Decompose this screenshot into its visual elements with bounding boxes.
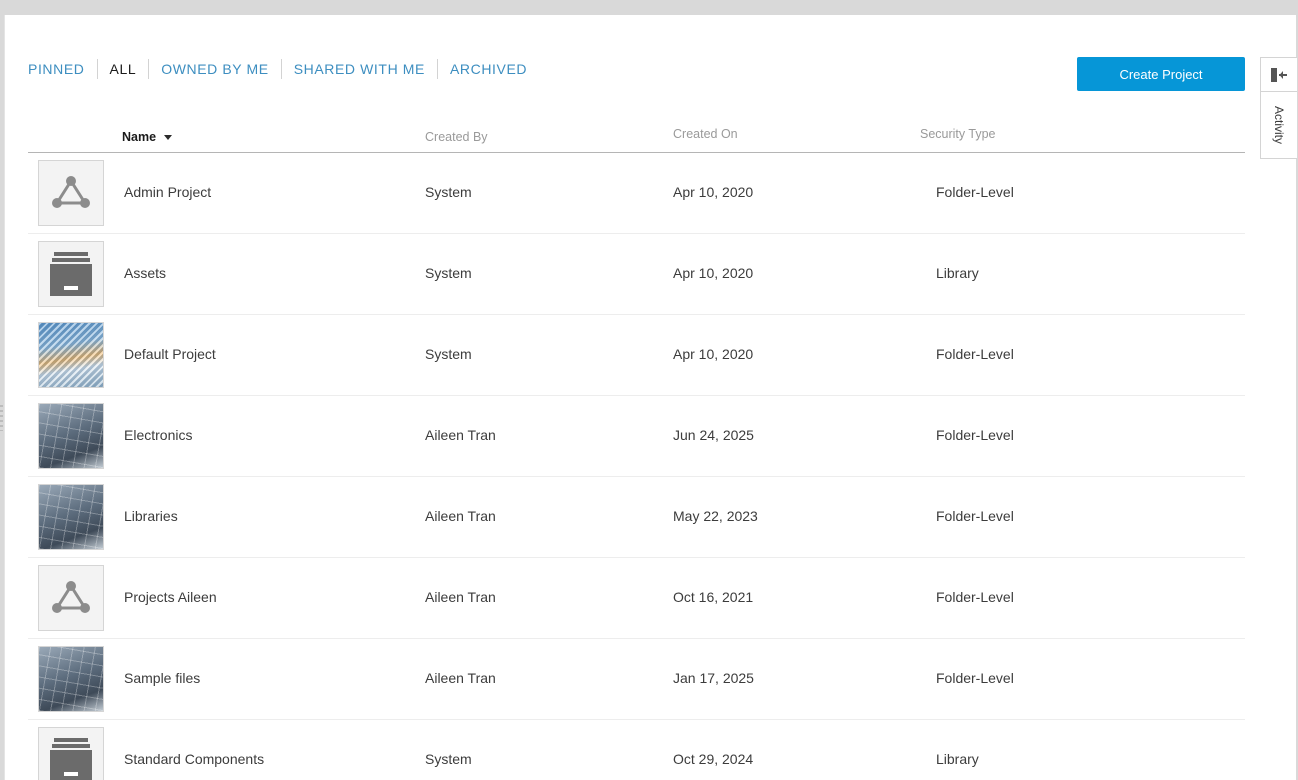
security-type: Folder-Level xyxy=(936,670,1014,686)
project-thumbnail xyxy=(38,646,104,712)
activity-side-panel: Activity xyxy=(1260,57,1297,159)
activity-tab[interactable]: Activity xyxy=(1261,92,1297,158)
collapse-panel-button[interactable] xyxy=(1261,58,1297,92)
security-type: Library xyxy=(936,265,979,281)
created-by: System xyxy=(425,184,472,200)
created-by: Aileen Tran xyxy=(425,427,496,443)
project-thumbnail xyxy=(38,727,104,780)
security-type: Library xyxy=(936,751,979,767)
created-on: Jan 17, 2025 xyxy=(673,670,754,686)
projects-window: PINNED ALL OWNED BY ME SHARED WITH ME AR… xyxy=(4,15,1297,780)
project-thumbnail xyxy=(38,160,104,226)
created-on: May 22, 2023 xyxy=(673,508,758,524)
project-name: Admin Project xyxy=(124,184,212,200)
tab-archived[interactable]: ARCHIVED xyxy=(438,60,539,78)
project-network-icon xyxy=(52,176,90,208)
column-header-created-by[interactable]: Created By xyxy=(425,130,488,144)
created-on: Oct 16, 2021 xyxy=(673,589,754,605)
table-row[interactable]: Projects Aileen Aileen Tran Oct 16, 2021… xyxy=(28,558,1245,639)
security-type: Folder-Level xyxy=(936,184,1014,200)
column-header-name-label: Name xyxy=(122,130,157,144)
project-filter-tabs: PINNED ALL OWNED BY ME SHARED WITH ME AR… xyxy=(28,59,539,79)
project-network-icon xyxy=(52,581,90,613)
archive-box-icon xyxy=(50,252,92,296)
created-on: Apr 10, 2020 xyxy=(673,346,754,362)
project-thumbnail xyxy=(38,322,104,388)
project-name: Libraries xyxy=(124,508,178,524)
security-type: Folder-Level xyxy=(936,589,1014,605)
tab-owned-by-me[interactable]: OWNED BY ME xyxy=(149,60,280,78)
window-resize-handle[interactable] xyxy=(0,405,3,431)
project-name: Electronics xyxy=(124,427,193,443)
created-on: Oct 29, 2024 xyxy=(673,751,754,767)
created-by: Aileen Tran xyxy=(425,670,496,686)
project-name: Standard Components xyxy=(124,751,265,767)
column-header-name[interactable]: Name xyxy=(122,130,173,144)
collapse-panel-icon xyxy=(1271,67,1287,82)
project-name: Assets xyxy=(124,265,167,281)
created-by: System xyxy=(425,346,472,362)
security-type: Folder-Level xyxy=(936,346,1014,362)
sort-desc-icon xyxy=(164,135,173,141)
column-header-created-on[interactable]: Created On xyxy=(673,127,738,141)
table-row[interactable]: Sample files Aileen Tran Jan 17, 2025 Fo… xyxy=(28,639,1245,720)
table-row[interactable]: Libraries Aileen Tran May 22, 2023 Folde… xyxy=(28,477,1245,558)
created-by: System xyxy=(425,751,472,767)
solar-panel-photo xyxy=(39,647,103,711)
project-name: Projects Aileen xyxy=(124,589,217,605)
archive-box-icon xyxy=(50,738,92,780)
tab-all[interactable]: ALL xyxy=(98,60,149,78)
created-by: Aileen Tran xyxy=(425,589,496,605)
table-row[interactable]: Admin Project System Apr 10, 2020 Folder… xyxy=(28,153,1245,234)
created-on: Apr 10, 2020 xyxy=(673,265,754,281)
table-row[interactable]: Standard Components System Oct 29, 2024 … xyxy=(28,720,1245,780)
table-row[interactable]: Default Project System Apr 10, 2020 Fold… xyxy=(28,315,1245,396)
project-name: Sample files xyxy=(124,670,201,686)
create-project-button[interactable]: Create Project xyxy=(1077,57,1245,91)
project-thumbnail xyxy=(38,403,104,469)
table-row[interactable]: Electronics Aileen Tran Jun 24, 2025 Fol… xyxy=(28,396,1245,477)
project-thumbnail xyxy=(38,565,104,631)
created-by: Aileen Tran xyxy=(425,508,496,524)
solar-panel-photo xyxy=(39,485,103,549)
column-header-security-type[interactable]: Security Type xyxy=(920,127,996,141)
sky-photo xyxy=(39,323,103,387)
tab-shared-with-me[interactable]: SHARED WITH ME xyxy=(282,60,437,78)
activity-label: Activity xyxy=(1272,105,1286,145)
security-type: Folder-Level xyxy=(936,427,1014,443)
created-by: System xyxy=(425,265,472,281)
project-name: Default Project xyxy=(124,346,216,362)
table-row[interactable]: Assets System Apr 10, 2020 Library xyxy=(28,234,1245,315)
project-thumbnail xyxy=(38,241,104,307)
solar-panel-photo xyxy=(39,404,103,468)
created-on: Apr 10, 2020 xyxy=(673,184,754,200)
created-on: Jun 24, 2025 xyxy=(673,427,754,443)
project-list: Admin Project System Apr 10, 2020 Folder… xyxy=(28,153,1245,780)
security-type: Folder-Level xyxy=(936,508,1014,524)
table-header: Name Created By Created On Security Type xyxy=(28,127,1245,153)
tab-pinned[interactable]: PINNED xyxy=(28,60,97,78)
project-thumbnail xyxy=(38,484,104,550)
